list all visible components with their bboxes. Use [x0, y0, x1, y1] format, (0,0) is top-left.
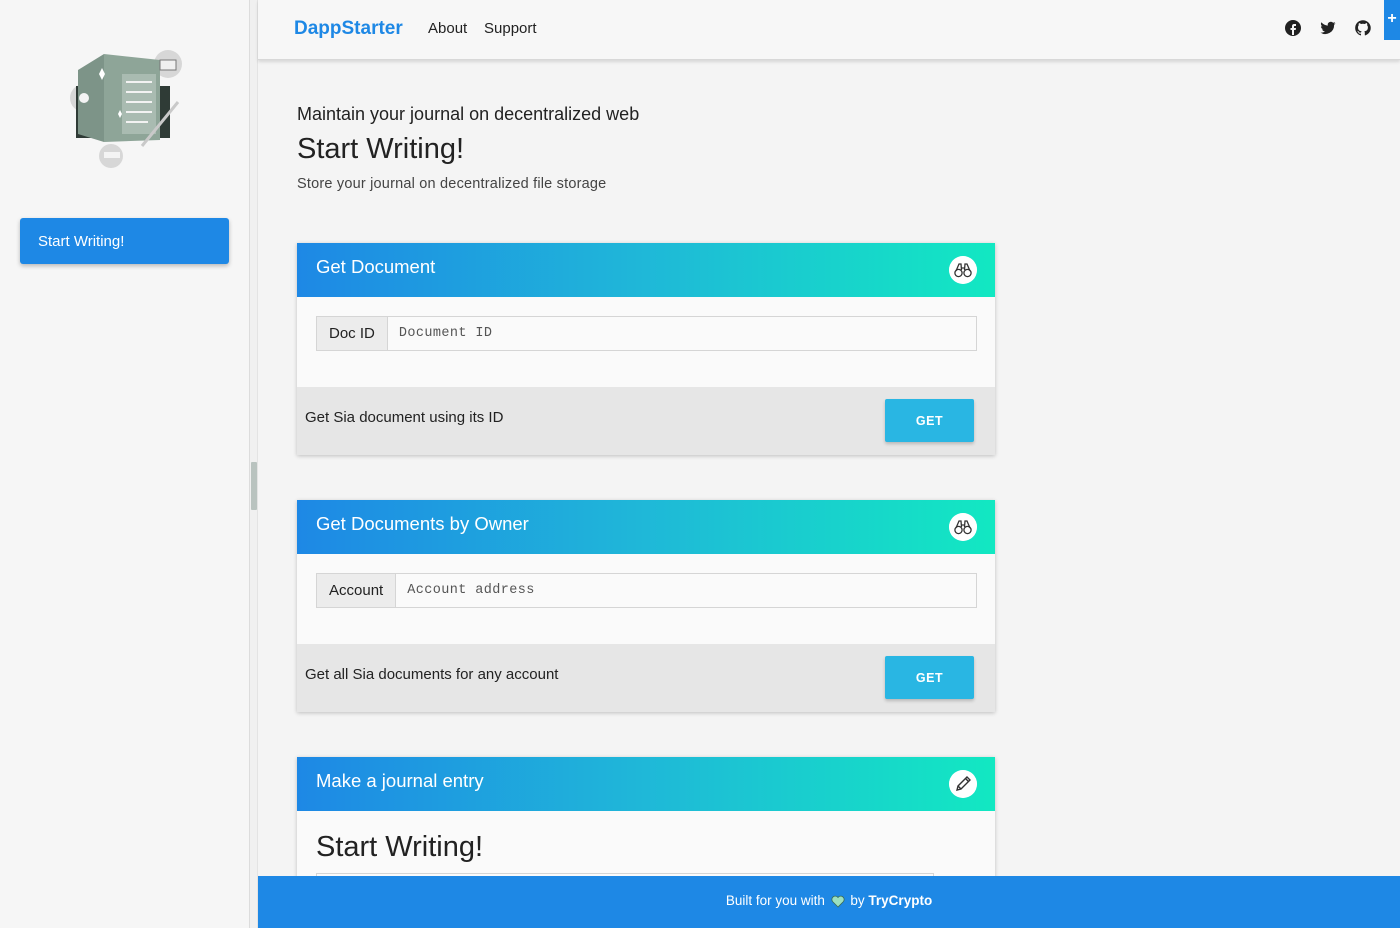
facebook-icon[interactable] — [1284, 19, 1302, 37]
get-documents-by-owner-button[interactable]: GET — [885, 656, 974, 699]
card-header: Make a journal entry — [297, 757, 995, 811]
doc-id-input[interactable] — [387, 317, 976, 350]
doc-id-field-group: Doc ID — [316, 316, 977, 351]
page-footer: Built for you with by TryCrypto — [258, 876, 1400, 928]
nav-about-link[interactable]: About — [428, 20, 467, 37]
footer-prefix-text: Built for you with — [725, 893, 825, 908]
card-title: Get Documents by Owner — [316, 513, 529, 534]
card-footer: Get Sia document using its ID GET — [297, 387, 995, 455]
footer-by-text: by — [850, 893, 865, 908]
doc-id-label: Doc ID — [317, 317, 388, 350]
pencil-icon — [949, 770, 977, 798]
journal-illustration-icon — [70, 50, 182, 168]
get-documents-by-owner-card: Get Documents by Owner Account Get all S… — [297, 500, 995, 712]
twitter-icon[interactable] — [1319, 19, 1337, 37]
card-body: Account — [297, 554, 995, 644]
card-header: Get Documents by Owner — [297, 500, 995, 554]
heart-icon — [831, 895, 845, 908]
card-footer-text: Get Sia document using its ID — [305, 409, 504, 426]
account-field-group: Account — [316, 573, 977, 608]
sidebar: Start Writing! — [0, 0, 250, 928]
binoculars-icon — [949, 513, 977, 541]
intro-section: Maintain your journal on decentralized w… — [297, 104, 639, 192]
github-icon[interactable] — [1354, 19, 1372, 37]
card-title: Make a journal entry — [316, 770, 484, 791]
card-footer-text: Get all Sia documents for any account — [305, 666, 559, 683]
sidebar-item-start-writing[interactable]: Start Writing! — [20, 218, 229, 264]
get-document-button[interactable]: GET — [885, 399, 974, 442]
journal-entry-card: Make a journal entry Start Writing! — [297, 757, 995, 887]
footer-brand-link[interactable]: TryCrypto — [868, 893, 932, 908]
card-footer: Get all Sia documents for any account GE… — [297, 644, 995, 712]
journal-entry-heading: Start Writing! — [316, 831, 484, 863]
account-address-input[interactable] — [396, 574, 976, 607]
card-title: Get Document — [316, 256, 436, 277]
page-title: Start Writing! — [297, 133, 465, 165]
card-body: Doc ID — [297, 297, 995, 387]
card-body: Start Writing! — [297, 811, 995, 881]
get-document-card: Get Document Doc ID Get Sia document usi… — [297, 243, 995, 455]
intro-description: Store your journal on decentralized file… — [297, 176, 607, 192]
intro-subtitle: Maintain your journal on decentralized w… — [297, 104, 640, 124]
top-navbar: DappStarter About Support + — [258, 0, 1400, 60]
brand-logo-text[interactable]: DappStarter — [294, 18, 403, 40]
card-header: Get Document — [297, 243, 995, 297]
account-label: Account — [317, 574, 397, 607]
nav-support-link[interactable]: Support — [484, 20, 537, 37]
binoculars-icon — [949, 256, 977, 284]
corner-plus-button[interactable]: + — [1384, 0, 1400, 40]
sidebar-resize-handle[interactable] — [251, 462, 257, 510]
